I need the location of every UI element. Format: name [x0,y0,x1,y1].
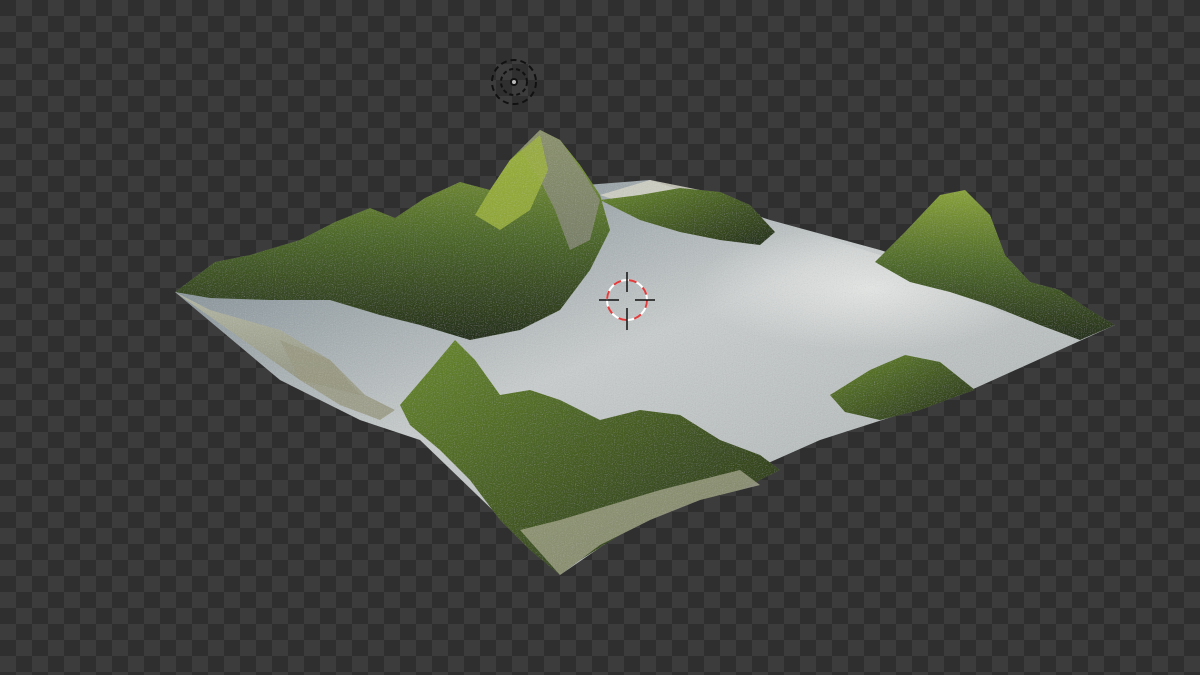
terrain-render[interactable] [0,0,1200,675]
light-icon[interactable] [489,57,539,107]
3d-viewport[interactable] [0,0,1200,675]
3d-cursor-icon[interactable] [597,270,657,330]
